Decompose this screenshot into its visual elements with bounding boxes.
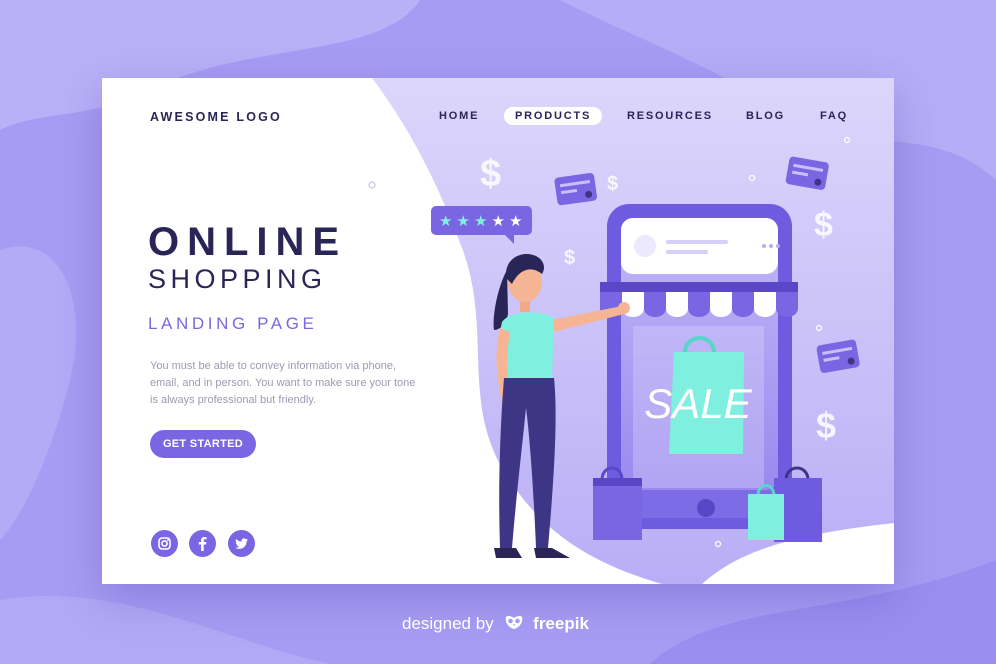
main-nav: HOME PRODUCTS RESOURCES BLOG FAQ — [102, 107, 894, 127]
awning-stripe — [732, 292, 754, 317]
freepik-logo-icon — [504, 613, 524, 636]
instagram-icon — [158, 537, 171, 550]
awning-stripe — [688, 292, 710, 317]
twitter-button[interactable] — [228, 530, 255, 557]
star-icon: ★ — [457, 212, 470, 230]
shopping-bag-icon — [593, 466, 642, 540]
footer-prefix: designed by — [402, 613, 494, 633]
dollar-icon: $ — [564, 247, 575, 269]
hero-title-line2: SHOPPING — [148, 264, 327, 294]
dollar-icon: $ — [816, 405, 836, 446]
hero-title-line1: ONLINE — [148, 220, 348, 264]
nav-item-products[interactable]: PRODUCTS — [504, 107, 603, 125]
nav-item-blog[interactable]: BLOG — [746, 107, 785, 125]
dollar-icon: $ — [607, 173, 618, 195]
get-started-button[interactable]: GET STARTED — [150, 430, 256, 458]
instagram-button[interactable] — [151, 530, 178, 557]
awning-stripe — [666, 292, 688, 317]
awning-stripe — [644, 292, 666, 317]
nav-item-resources[interactable]: RESOURCES — [627, 107, 713, 125]
awning-stripe — [710, 292, 732, 317]
hero-description: You must be able to convey information v… — [150, 360, 416, 406]
twitter-icon — [235, 538, 248, 549]
hero-subtitle: LANDING PAGE — [148, 314, 318, 333]
star-icon: ★ — [492, 212, 505, 230]
sale-sign: SALE — [644, 380, 752, 427]
star-icon: ★ — [439, 212, 452, 230]
dollar-icon: $ — [814, 206, 833, 244]
footer-credit: designed by freepik — [402, 613, 589, 639]
star-icon: ★ — [509, 212, 522, 230]
star-icon: ★ — [474, 212, 487, 230]
footer-brand[interactable]: freepik — [533, 614, 589, 633]
landing-card: $ $ $ $ $ ★ ★ ★ ★ ★ SALE AWESOME LOGO HO… — [102, 78, 894, 584]
facebook-icon — [198, 537, 207, 551]
dollar-icon: $ — [480, 153, 501, 195]
credit-card-icon — [554, 172, 597, 206]
awning-stripe — [754, 292, 776, 317]
nav-item-faq[interactable]: FAQ — [820, 107, 848, 125]
nav-item-home[interactable]: HOME — [439, 107, 479, 125]
facebook-button[interactable] — [189, 530, 216, 557]
awning-stripe — [776, 292, 798, 317]
